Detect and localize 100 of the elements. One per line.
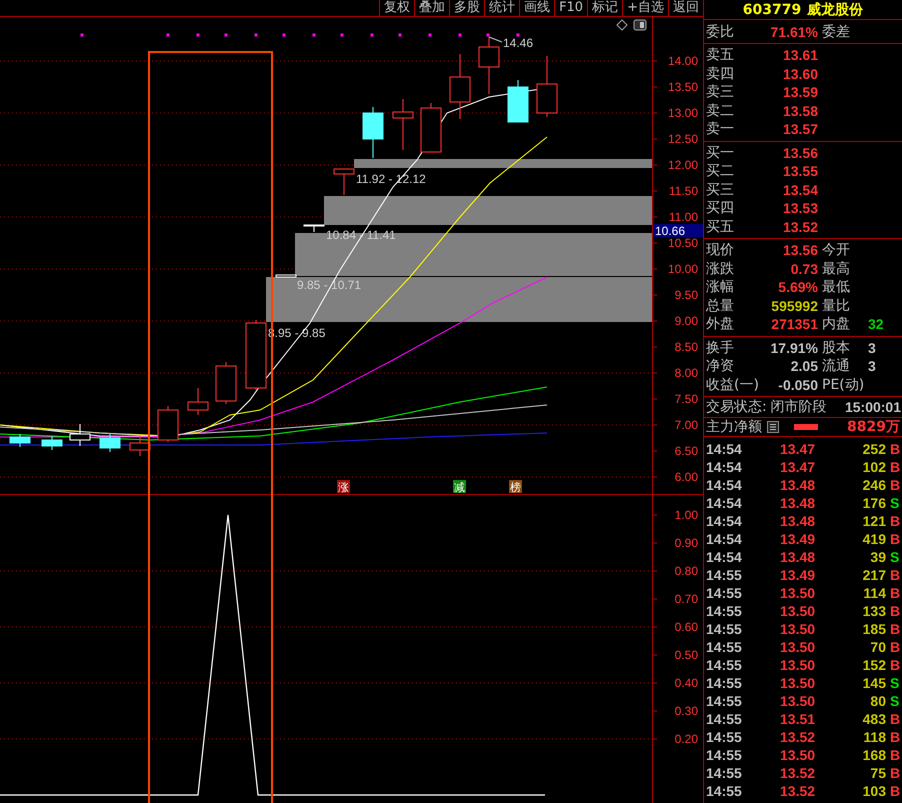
event-tag[interactable]: 榜 [509, 480, 522, 494]
candlestick [478, 36, 500, 94]
field-label: 最高 [821, 260, 851, 278]
trade-price: 13.50 [780, 747, 816, 763]
field-value: 271351 [770, 316, 818, 332]
zone-range-label: 9.85 - 10.71 [297, 278, 362, 292]
order-price: 13.61 [782, 47, 818, 64]
trade-side: S [889, 549, 900, 565]
axis-tick-label: 6.50 [674, 444, 698, 458]
field-value: 5.69% [777, 279, 818, 296]
trade-volume: 80 [869, 693, 886, 709]
field-label: 股本 [821, 338, 851, 357]
order-level-label: 卖五 [706, 46, 735, 64]
trade-price: 13.47 [780, 441, 816, 457]
trade-price: 13.51 [780, 711, 816, 727]
order-level-label: 买四 [706, 199, 735, 218]
trade-side: B [889, 747, 902, 763]
axis-tick-label: 10.50 [668, 236, 698, 250]
candlestick [276, 274, 296, 278]
candlestick [334, 168, 354, 196]
stock-code: 603779 [742, 2, 802, 18]
trade-volume: 168 [862, 747, 886, 763]
field-label: 净资 [706, 357, 735, 376]
order-price: 13.60 [782, 66, 818, 82]
field-label: 流通 [821, 357, 851, 376]
field-label: 今开 [821, 241, 851, 260]
candlestick [362, 106, 384, 158]
high-price-label: 14.46 [503, 36, 534, 50]
candlestick [158, 406, 178, 442]
field-value: 3 [867, 358, 877, 374]
trade-time: 14:55 [706, 585, 743, 601]
trade-time: 14:55 [706, 603, 743, 619]
axis-tick-label: 13.00 [668, 106, 698, 120]
trade-side: B [889, 729, 902, 745]
diamond-icon[interactable] [616, 19, 628, 31]
trade-volume: 133 [862, 603, 886, 619]
field-label: 委比 [706, 22, 735, 40]
trade-time: 14:55 [706, 567, 743, 583]
axis-tick-label: 13.50 [668, 80, 698, 94]
trade-side: B [889, 567, 902, 583]
candlestick [130, 436, 150, 456]
trade-price: 13.52 [780, 783, 816, 799]
order-price: 13.58 [782, 102, 818, 119]
list-icon[interactable] [767, 421, 779, 433]
axis-tick-label: 1.00 [674, 508, 698, 522]
trade-price: 13.47 [780, 459, 816, 475]
event-tag[interactable]: 减 [453, 480, 466, 494]
event-tag[interactable]: 涨 [337, 480, 350, 494]
trade-time: 14:55 [706, 639, 743, 655]
trade-price: 13.49 [780, 567, 816, 583]
field-label: 收益(一) [706, 376, 756, 394]
candlestick [188, 388, 208, 416]
trade-volume: 217 [862, 567, 886, 583]
trade-volume: 252 [862, 441, 886, 457]
order-level-label: 卖三 [706, 83, 735, 102]
trade-time: 14:55 [706, 765, 743, 781]
trade-side: B [889, 657, 902, 673]
axis-tick-label: 8.00 [674, 366, 698, 380]
trade-volume: 152 [862, 657, 886, 673]
trade-time: 14:55 [706, 783, 743, 799]
panel-toggle-icon[interactable] [634, 20, 646, 30]
field-label: 委差 [821, 22, 851, 40]
axis-tick-label: 0.40 [674, 676, 698, 690]
trade-price: 13.52 [780, 765, 816, 781]
trade-side: B [889, 531, 902, 547]
trade-side: B [889, 477, 902, 493]
trade-time: 14:55 [706, 675, 743, 691]
trade-time: 14:55 [706, 729, 743, 745]
candlestick [536, 56, 558, 118]
trade-price: 13.49 [780, 531, 816, 547]
trade-side: B [889, 459, 902, 475]
order-level-label: 卖四 [706, 64, 735, 83]
field-value: 8829万 [847, 418, 901, 436]
axis-tick-label: 11.50 [668, 184, 698, 198]
trade-time: 14:55 [706, 657, 743, 673]
candlestick [392, 98, 414, 150]
axis-tick-label: 6.00 [674, 470, 698, 484]
trade-side: S [889, 693, 900, 709]
axis-tick-label: 12.00 [668, 158, 698, 172]
trade-time: 14:54 [706, 531, 743, 547]
axis-tick-label: 0.30 [674, 704, 698, 718]
trade-side: B [889, 783, 902, 799]
field-label: 涨跌 [706, 260, 735, 278]
field-label: PE(动) [821, 376, 864, 394]
trade-price: 13.50 [780, 639, 816, 655]
field-label: 现价 [706, 241, 735, 260]
net-flow-bar [794, 424, 818, 430]
status-value: 闭市阶段 [770, 398, 827, 416]
trade-side: B [889, 513, 902, 529]
field-label: 最低 [821, 278, 851, 296]
trade-side: B [889, 639, 902, 655]
candlestick [420, 102, 442, 152]
field-label: 内盘 [821, 315, 851, 334]
field-label: 主力净额 [706, 418, 762, 436]
field-value: 3 [867, 340, 877, 356]
trade-price: 13.52 [780, 729, 816, 745]
trade-time: 14:54 [706, 441, 743, 457]
order-level-label: 买三 [706, 180, 735, 199]
field-value: 13.56 [782, 242, 818, 258]
trade-side: B [889, 765, 902, 781]
